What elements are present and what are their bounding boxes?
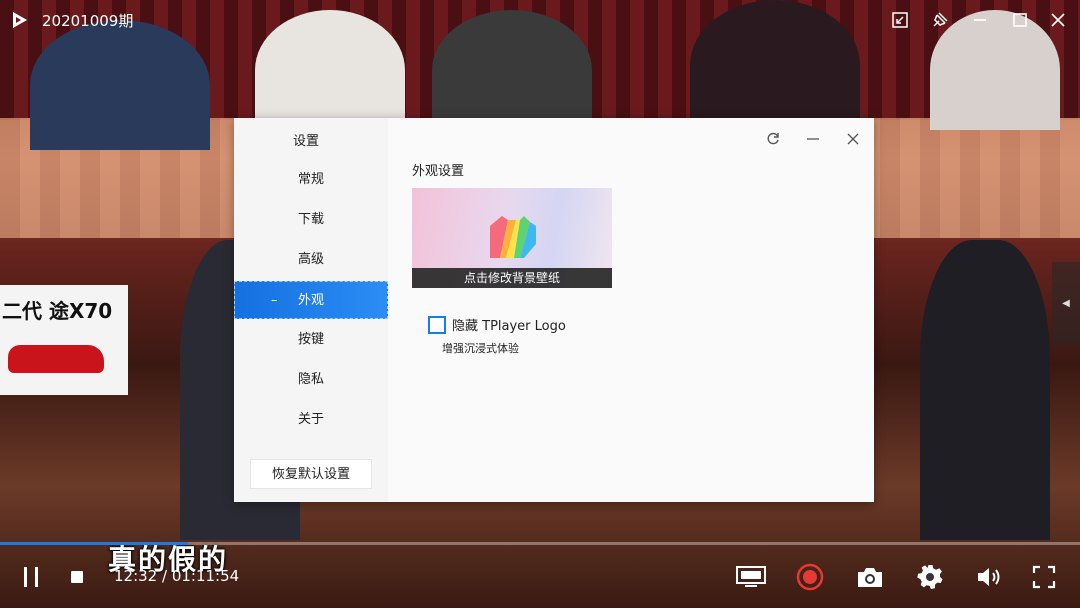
car-image bbox=[8, 345, 104, 373]
nav-item-label: 关于 bbox=[297, 412, 324, 427]
nav-item-appearance[interactable]: – 外观 bbox=[234, 281, 388, 319]
seek-bar[interactable] bbox=[0, 542, 1080, 545]
car-billboard: 二代 途X70 bbox=[0, 285, 128, 395]
settings-content: 外观设置 点击修改背景壁纸 隐藏 TPlayer Logo 增强沉浸式体验 bbox=[388, 118, 874, 502]
nav-item-general[interactable]: 常规 bbox=[234, 161, 388, 199]
close-button[interactable] bbox=[1046, 8, 1070, 32]
reset-defaults-button[interactable]: 恢复默认设置 bbox=[250, 459, 372, 489]
maximize-icon bbox=[1013, 13, 1027, 27]
close-icon bbox=[847, 133, 859, 145]
nav-item-hotkeys[interactable]: 按键 bbox=[234, 321, 388, 359]
settings-nav: 设置 常规 下载 高级 – 外观 按键 隐私 关于 恢复默认设置 bbox=[234, 118, 388, 502]
hide-logo-description: 增强沉浸式体验 bbox=[442, 342, 519, 355]
stop-icon bbox=[71, 571, 83, 583]
time-readout: 12:32 / 01:11:54 bbox=[114, 567, 240, 585]
player-controls: 12:32 / 01:11:54 bbox=[0, 548, 1080, 608]
volume-button[interactable] bbox=[975, 562, 1005, 592]
play-logo-icon bbox=[10, 10, 30, 30]
fullscreen-icon bbox=[1032, 565, 1056, 589]
nav-item-label: 隐私 bbox=[297, 372, 324, 387]
nav-item-about[interactable]: 关于 bbox=[234, 401, 388, 439]
nav-item-advanced[interactable]: 高级 bbox=[234, 241, 388, 279]
settings-dialog: 设置 常规 下载 高级 – 外观 按键 隐私 关于 恢复默认设置 外观设置 点击… bbox=[234, 118, 874, 502]
hide-logo-label[interactable]: 隐藏 TPlayer Logo bbox=[452, 315, 566, 334]
settings-title: 设置 bbox=[292, 134, 319, 149]
screen-mode-button[interactable] bbox=[734, 562, 768, 592]
nav-item-privacy[interactable]: 隐私 bbox=[234, 361, 388, 399]
nav-item-label: 按键 bbox=[297, 332, 324, 347]
nav-item-label: 高级 bbox=[297, 252, 324, 267]
refresh-icon bbox=[767, 132, 779, 145]
seek-bar-fill bbox=[0, 542, 189, 545]
nav-item-label: 常规 bbox=[297, 172, 324, 187]
minimize-icon bbox=[974, 19, 986, 21]
stop-button[interactable] bbox=[62, 562, 92, 592]
record-button[interactable] bbox=[795, 562, 825, 592]
side-panel-toggle[interactable]: ◀ bbox=[1052, 262, 1080, 344]
pin-button[interactable] bbox=[928, 8, 952, 32]
caret-left-icon: ◀ bbox=[1062, 297, 1070, 309]
wallpaper-caption: 点击修改背景壁纸 bbox=[412, 268, 612, 288]
mini-mode-button[interactable] bbox=[888, 8, 912, 32]
maximize-button[interactable] bbox=[1008, 8, 1032, 32]
refresh-button[interactable] bbox=[762, 128, 784, 150]
pin-icon bbox=[933, 12, 948, 27]
minimize-icon bbox=[807, 138, 819, 140]
video-title: 20201009期 bbox=[42, 12, 134, 30]
fullscreen-button[interactable] bbox=[1029, 562, 1059, 592]
billboard-text: 二代 途X70 bbox=[2, 299, 113, 323]
nav-item-download[interactable]: 下载 bbox=[234, 201, 388, 239]
nav-item-label: 外观 bbox=[297, 293, 324, 308]
pause-icon bbox=[24, 567, 38, 587]
section-title: 外观设置 bbox=[412, 164, 465, 179]
active-marker: – bbox=[271, 293, 278, 308]
record-icon bbox=[796, 563, 824, 591]
dialog-minimize-button[interactable] bbox=[802, 128, 824, 150]
hide-logo-checkbox[interactable] bbox=[428, 316, 446, 334]
pause-button[interactable] bbox=[16, 562, 46, 592]
tshirt-logo-icon bbox=[486, 214, 540, 260]
nav-item-label: 下载 bbox=[297, 212, 324, 227]
screenshot-button[interactable] bbox=[855, 562, 885, 592]
title-bar: 20201009期 bbox=[0, 0, 1080, 40]
mini-mode-icon bbox=[892, 12, 908, 28]
monitor-icon bbox=[736, 566, 766, 587]
person bbox=[920, 240, 1050, 540]
minimize-button[interactable] bbox=[968, 8, 992, 32]
close-icon bbox=[1051, 13, 1065, 27]
volume-icon bbox=[978, 568, 1000, 586]
gear-icon bbox=[917, 565, 943, 589]
camera-icon bbox=[858, 568, 882, 587]
dialog-close-button[interactable] bbox=[842, 128, 864, 150]
settings-button[interactable] bbox=[915, 562, 945, 592]
wallpaper-picker[interactable]: 点击修改背景壁纸 bbox=[412, 188, 612, 288]
